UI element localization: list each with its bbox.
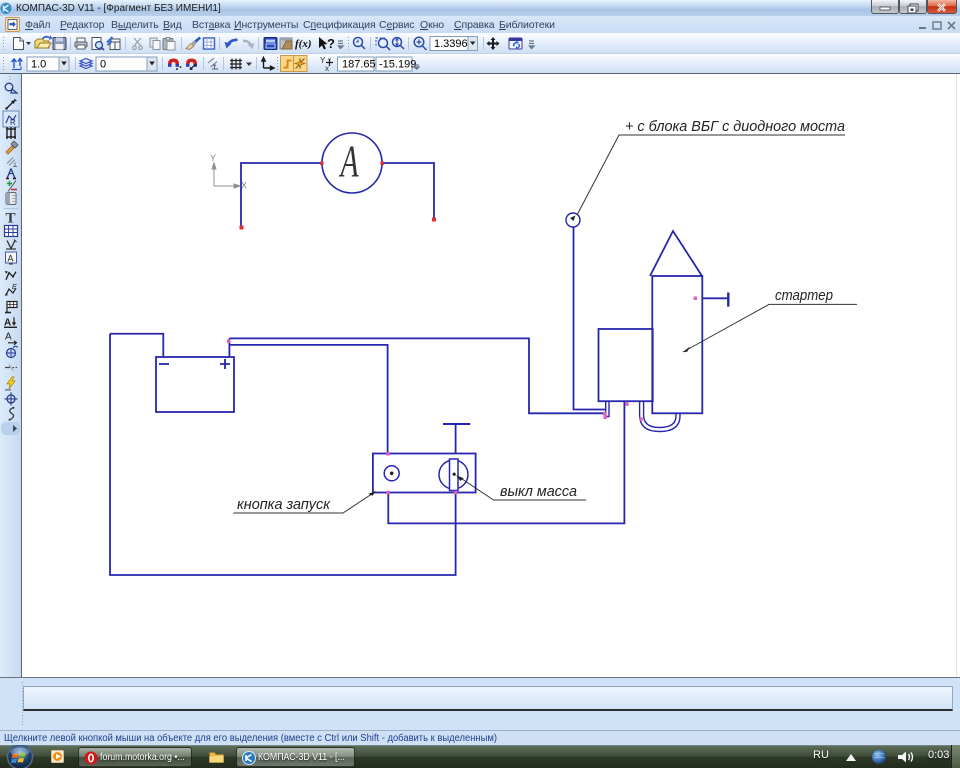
svg-text:кнопка запуск: кнопка запуск [237, 496, 331, 513]
svg-text:-15.199: -15.199 [379, 59, 416, 71]
svg-text:x: x [325, 64, 329, 73]
svg-text:1.3396: 1.3396 [434, 38, 468, 50]
svg-text:выкл масса: выкл масса [500, 483, 577, 500]
svg-text:R: R [10, 118, 16, 127]
svg-text:0: 0 [100, 59, 106, 71]
svg-text:1.0: 1.0 [31, 59, 46, 71]
svg-text:?: ? [327, 36, 335, 51]
svg-text:Y: Y [210, 153, 216, 163]
svg-text:A: A [338, 138, 359, 188]
svg-text:A: A [8, 254, 14, 264]
svg-text:187.65: 187.65 [342, 59, 376, 71]
svg-text:T: T [6, 211, 16, 227]
svg-text:стартер: стартер [775, 287, 833, 304]
svg-text:f(x): f(x) [295, 38, 312, 50]
svg-text:A: A [5, 331, 12, 342]
svg-text:E: E [12, 284, 17, 291]
svg-text:X: X [241, 181, 247, 191]
svg-text:+ с блока ВБГ с диодного моста: + с блока ВБГ с диодного моста [625, 118, 845, 135]
